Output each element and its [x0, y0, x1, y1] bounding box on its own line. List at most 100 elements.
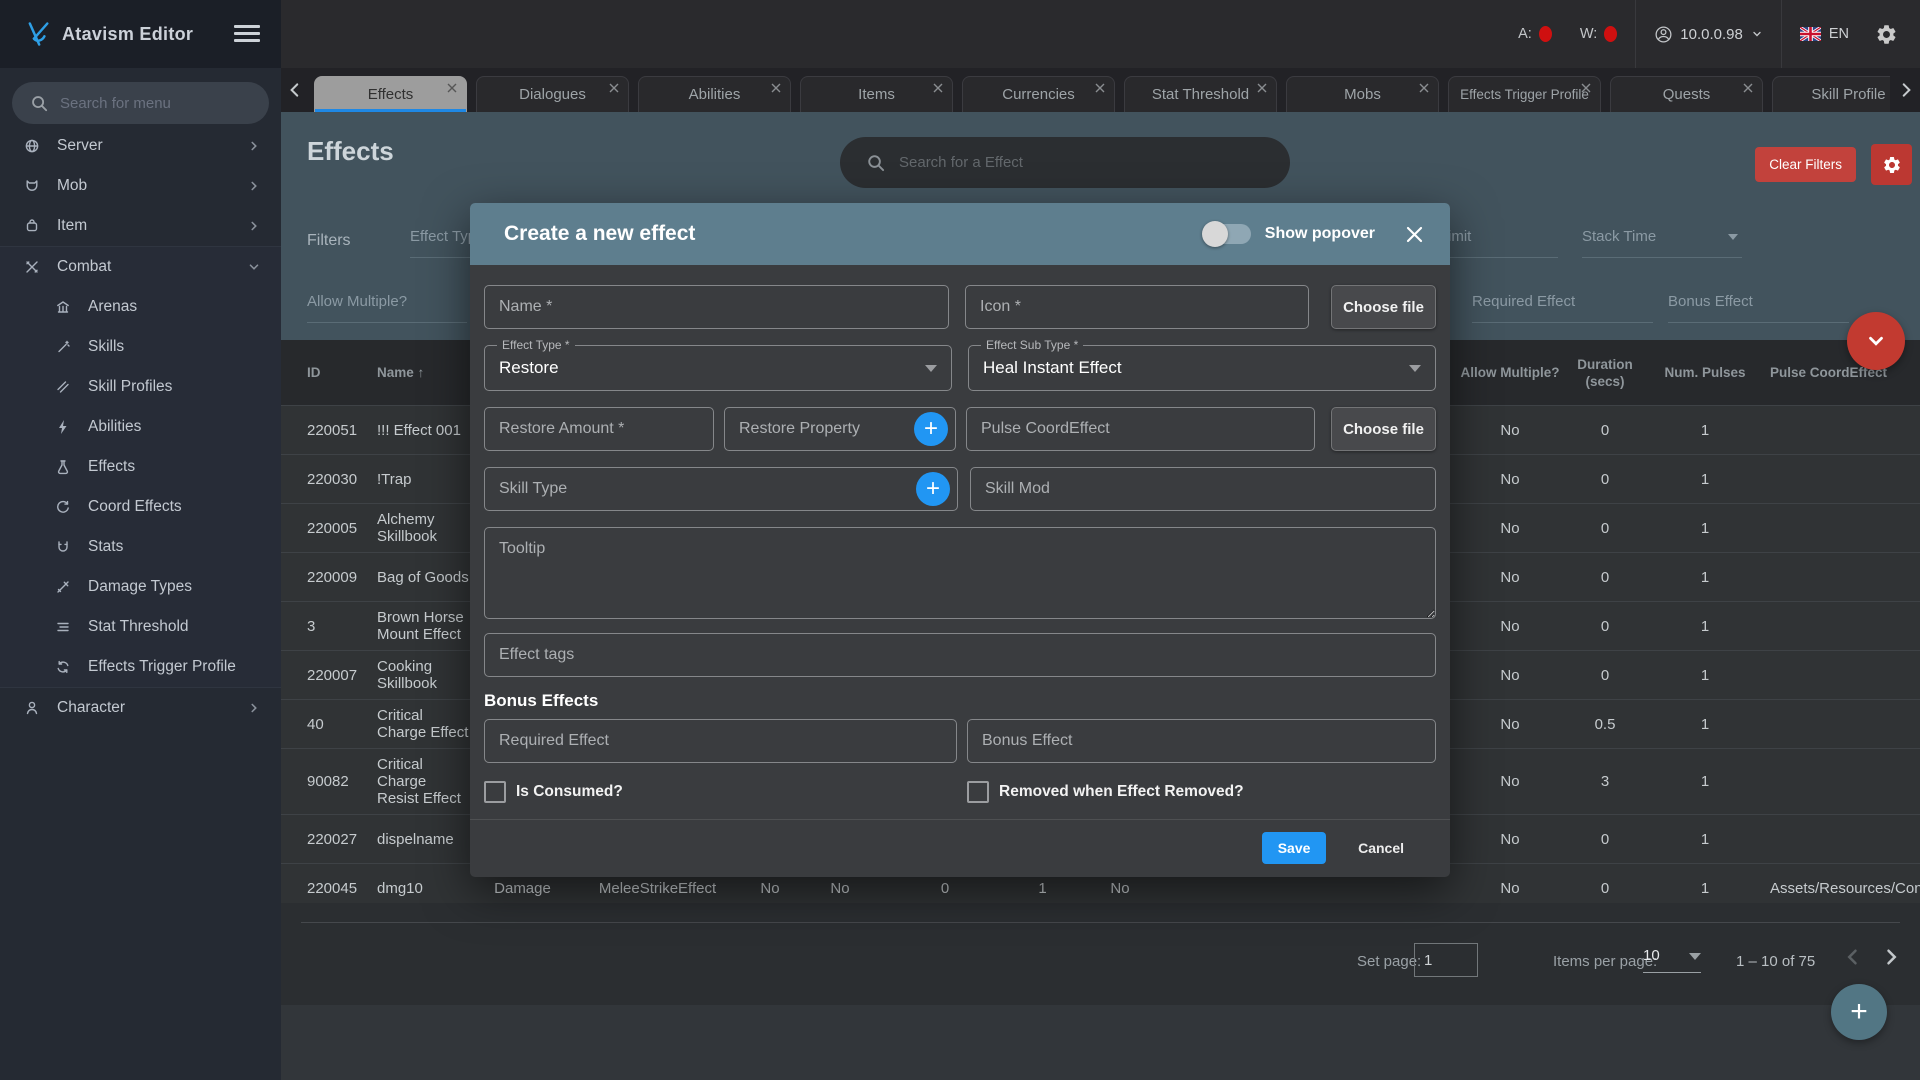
sidebar-item-skills[interactable]: Skills	[0, 327, 281, 367]
add-effect-fab[interactable]: +	[1831, 984, 1887, 1040]
is-consumed-checkbox[interactable]	[484, 781, 506, 803]
set-page-input[interactable]	[1414, 943, 1478, 977]
show-popover-toggle[interactable]	[1201, 221, 1251, 247]
add-restore-property-button[interactable]: +	[914, 412, 948, 446]
skill-mod-field[interactable]	[970, 467, 1436, 511]
close-icon[interactable]	[1743, 83, 1753, 93]
sidebar-item-server[interactable]: Server	[0, 126, 281, 166]
tab-effects-trigger-profile[interactable]: Effects Trigger Profile	[1448, 76, 1601, 112]
tab-dialogues[interactable]: Dialogues	[476, 76, 629, 112]
tab-currencies[interactable]: Currencies	[962, 76, 1115, 112]
clear-filters-button[interactable]: Clear Filters	[1755, 147, 1856, 182]
sidebar-item-stat-threshold[interactable]: Stat Threshold	[0, 607, 281, 647]
header-name[interactable]: Name ↑	[377, 357, 470, 388]
toggle-knob	[1201, 221, 1228, 247]
effects-trigger-profile-icon	[57, 660, 69, 674]
save-button[interactable]: Save	[1262, 832, 1327, 864]
coord-effects-icon	[57, 500, 69, 513]
sidebar-item-effects-trigger-profile[interactable]: Effects Trigger Profile	[0, 647, 281, 687]
pagination-bar: Set page: Items per page: 10 1 – 10 of 7…	[281, 903, 1920, 1005]
sidebar-item-mob[interactable]: Mob	[0, 166, 281, 206]
header-id[interactable]: ID	[281, 364, 377, 381]
icon-field[interactable]	[965, 285, 1309, 329]
arenas-icon	[57, 301, 69, 313]
language-label: EN	[1828, 26, 1849, 42]
stats-icon	[58, 541, 68, 552]
sidebar-item-coord-effects[interactable]: Coord Effects	[0, 487, 281, 527]
effect-sub-type-select[interactable]: Effect Sub Type * Heal Instant Effect	[968, 338, 1436, 391]
choose-pulse-coordeffect-file-button[interactable]: Choose file	[1331, 407, 1436, 451]
tab-mobs[interactable]: Mobs	[1286, 76, 1439, 112]
chevron-down-icon	[1728, 234, 1738, 240]
character-person-icon	[26, 701, 38, 715]
previous-page-icon[interactable]	[1843, 947, 1863, 967]
language-selector[interactable]: EN	[1799, 26, 1849, 42]
sidebar-item-skill-profiles[interactable]: Skill Profiles	[0, 367, 281, 407]
tooltip-field[interactable]	[484, 527, 1436, 619]
pulse-coordeffect-field[interactable]	[966, 407, 1315, 451]
bonus-effect-field[interactable]	[967, 719, 1436, 763]
close-icon[interactable]	[1257, 83, 1267, 93]
sidebar-item-damage-types[interactable]: Damage Types	[0, 567, 281, 607]
server-selector[interactable]: 10.0.0.98	[1654, 25, 1763, 44]
name-field[interactable]	[484, 285, 949, 329]
removed-when-checkbox[interactable]	[967, 781, 989, 803]
sidebar-item-arenas[interactable]: Arenas	[0, 287, 281, 327]
close-icon[interactable]	[771, 83, 781, 93]
close-icon[interactable]	[1405, 225, 1424, 244]
sidebar-item-character[interactable]: Character	[0, 688, 281, 728]
sidebar-item-effects[interactable]: Effects	[0, 447, 281, 487]
header-duration[interactable]: Duration (secs)	[1560, 356, 1650, 390]
filter-bonus-effect[interactable]: Bonus Effect	[1668, 293, 1849, 323]
close-icon[interactable]	[447, 83, 457, 93]
cancel-button[interactable]: Cancel	[1352, 839, 1410, 857]
chevron-down-icon	[1689, 953, 1701, 960]
restore-amount-field[interactable]	[484, 407, 714, 451]
chevron-right-icon	[251, 703, 257, 713]
tabs-scroll-right-icon[interactable]	[1897, 81, 1915, 99]
filter-stack-time[interactable]: Stack Time	[1582, 228, 1742, 258]
close-icon[interactable]	[933, 83, 943, 93]
next-page-icon[interactable]	[1881, 947, 1901, 967]
sidebar-item-stats[interactable]: Stats	[0, 527, 281, 567]
sidebar-search-input[interactable]	[58, 93, 269, 113]
combat-section: Combat Arenas Skills Skill Profiles Abil…	[0, 246, 281, 688]
required-effect-field[interactable]	[484, 719, 957, 763]
effect-type-select[interactable]: Effect Type * Restore	[484, 338, 952, 391]
sidebar-nav: Server Mob Item Combat Arenas Skills Ski…	[0, 126, 281, 728]
sidebar-item-abilities[interactable]: Abilities	[0, 407, 281, 447]
sidebar-item-item[interactable]: Item	[0, 206, 281, 246]
close-icon[interactable]	[609, 83, 619, 93]
tab-quests[interactable]: Quests	[1610, 76, 1763, 112]
tab-skill-profile[interactable]: Skill Profile	[1772, 76, 1890, 112]
close-icon[interactable]	[1095, 83, 1105, 93]
tab-effects[interactable]: Effects	[314, 76, 467, 112]
hamburger-menu-icon[interactable]	[234, 25, 260, 42]
removed-when-label: Removed when Effect Removed?	[999, 783, 1244, 800]
filter-required-effect[interactable]: Required Effect	[1472, 293, 1653, 323]
set-page-label: Set page:	[1357, 953, 1422, 970]
choose-icon-file-button[interactable]: Choose file	[1331, 285, 1436, 329]
effect-search[interactable]	[840, 137, 1290, 188]
skill-type-field[interactable]	[484, 467, 958, 511]
header-allow-multiple[interactable]: Allow Multiple?	[1460, 364, 1560, 381]
filter-allow-multiple[interactable]: Allow Multiple?	[307, 293, 467, 323]
tabs-scroll-left-icon[interactable]	[286, 81, 304, 99]
sidebar-item-combat[interactable]: Combat	[0, 247, 281, 287]
add-skill-type-button[interactable]: +	[916, 472, 950, 506]
header-pulse-coordeffect[interactable]: Pulse CoordEffect	[1760, 364, 1920, 381]
tab-abilities[interactable]: Abilities	[638, 76, 791, 112]
sidebar-search[interactable]	[12, 82, 269, 124]
close-icon[interactable]	[1419, 83, 1429, 93]
collapse-filters-button[interactable]	[1847, 312, 1905, 370]
chevron-right-icon	[251, 221, 257, 231]
header-num-pulses[interactable]: Num. Pulses	[1650, 364, 1760, 381]
tab-items[interactable]: Items	[800, 76, 953, 112]
table-settings-button[interactable]	[1871, 144, 1912, 185]
effect-search-input[interactable]	[897, 153, 1290, 172]
items-per-page-select[interactable]: 10	[1643, 947, 1701, 973]
tab-stat-threshold[interactable]: Stat Threshold	[1124, 76, 1277, 112]
close-icon[interactable]	[1581, 83, 1591, 93]
settings-gear-icon[interactable]	[1875, 23, 1898, 46]
effect-tags-field[interactable]	[484, 633, 1436, 677]
